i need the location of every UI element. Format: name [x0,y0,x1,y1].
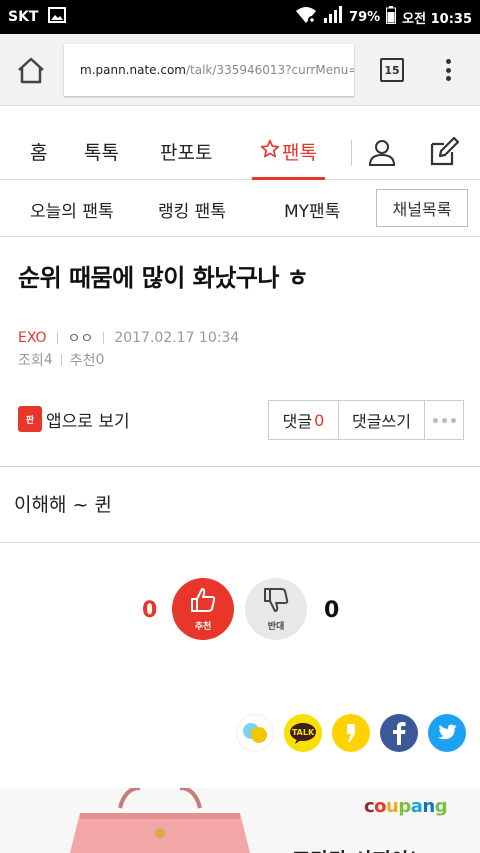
thumbs-up-icon [189,586,217,618]
kakaotalk-label: TALK [292,728,315,737]
subnav-my-fantalk[interactable]: MY팬톡 [284,197,340,222]
signal-icon [323,6,343,28]
ad-headline: 프라다 사피아노 [292,844,428,853]
open-in-app-link[interactable]: 판 앱으로 보기 [18,406,130,432]
wifi-icon [295,6,317,28]
post-title: 순위 때뭄에 많이 화났구나 ㅎ [18,264,309,292]
pann-app-icon: 판 [18,406,42,432]
url-path: /talk/335946013?currMenu=list [186,63,354,77]
upvote-button[interactable]: 추천 [172,578,234,640]
kakao-page-share-icon[interactable] [332,714,370,752]
nav-item-fantalk-label: 팬톡 [282,142,317,164]
comments-count: 0 [314,410,325,430]
url-host: m.pann.nate.com [80,63,186,77]
open-in-app-label: 앱으로 보기 [46,411,130,432]
tab-count: 15 [384,63,400,77]
more-options-icon[interactable] [425,401,463,439]
browser-toolbar: m.pann.nate.com/talk/335946013?currMenu=… [0,34,480,106]
clock: 오전 10:35 [402,11,472,27]
sub-nav: 오늘의 팬톡 랭킹 팬톡 MY팬톡 채널목록 [0,181,480,237]
channel-list-button[interactable]: 채널목록 [376,189,468,227]
nav-item-home[interactable]: 홈 [30,138,47,165]
home-icon[interactable] [16,56,46,84]
address-bar[interactable]: m.pann.nate.com/talk/335946013?currMenu=… [64,44,354,96]
main-nav: 홈 톡톡 판포토 팬톡 [0,122,480,180]
twitter-share-icon[interactable] [428,714,466,752]
post-datetime: 2017.02.17 10:34 [114,330,240,346]
recommend-count: 0 [95,352,105,368]
nav-divider [351,140,352,166]
gallery-icon [48,7,67,27]
divider [0,466,480,467]
ad-banner[interactable]: coupang coupang 프라다 사피아노 [0,788,480,853]
downvote-count: 0 [324,598,340,623]
user-icon[interactable] [368,138,396,170]
nav-item-panphoto[interactable]: 판포토 [160,138,212,165]
star-icon [260,139,280,164]
kakaostory-share-icon[interactable] [236,714,274,752]
subnav-ranking-fantalk[interactable]: 랭킹 팬톡 [158,197,226,222]
coupang-logo: coupang coupang [364,796,448,817]
downvote-label: 반대 [267,622,285,632]
thumbs-down-icon [262,586,290,618]
write-comment-button[interactable]: 댓글쓰기 [339,401,425,439]
post-actions: 댓글 0 댓글쓰기 [268,400,464,440]
comments-label: 댓글 [282,412,313,431]
post-meta: EXO ㅇㅇ 2017.02.17 10:34 [18,328,239,348]
edit-icon[interactable] [428,136,460,172]
downvote-button[interactable]: 반대 [245,578,307,640]
facebook-share-icon[interactable] [380,714,418,752]
active-tab-indicator [252,177,325,180]
upvote-count: 0 [142,598,158,623]
battery-icon [386,6,397,28]
nav-item-toktok[interactable]: 톡톡 [84,138,119,165]
author-name: ㅇㅇ [67,331,94,347]
channel-link[interactable]: EXO [18,330,47,346]
nav-item-fantalk[interactable]: 팬톡 [260,138,317,165]
divider [0,542,480,543]
views-label: 조회 [18,353,44,369]
recommend-label: 추천 [69,353,96,369]
tab-switcher-button[interactable]: 15 [380,58,404,82]
battery-percent: 79% [349,9,381,25]
kakaotalk-share-icon[interactable]: TALK [284,714,322,752]
status-bar: SKT 79% 오전 10:35 [0,0,480,34]
handbag-image [60,788,260,853]
comments-button[interactable]: 댓글 0 [269,401,339,439]
post-body: 이해해 ~ 퀸 [14,494,112,516]
upvote-label: 추천 [194,622,212,632]
subnav-today-fantalk[interactable]: 오늘의 팬톡 [30,197,114,222]
views-count: 4 [43,352,53,368]
carrier-label: SKT [8,9,39,25]
post-stats: 조회 4 추천 0 [18,350,104,370]
overflow-menu-icon[interactable] [440,56,456,84]
